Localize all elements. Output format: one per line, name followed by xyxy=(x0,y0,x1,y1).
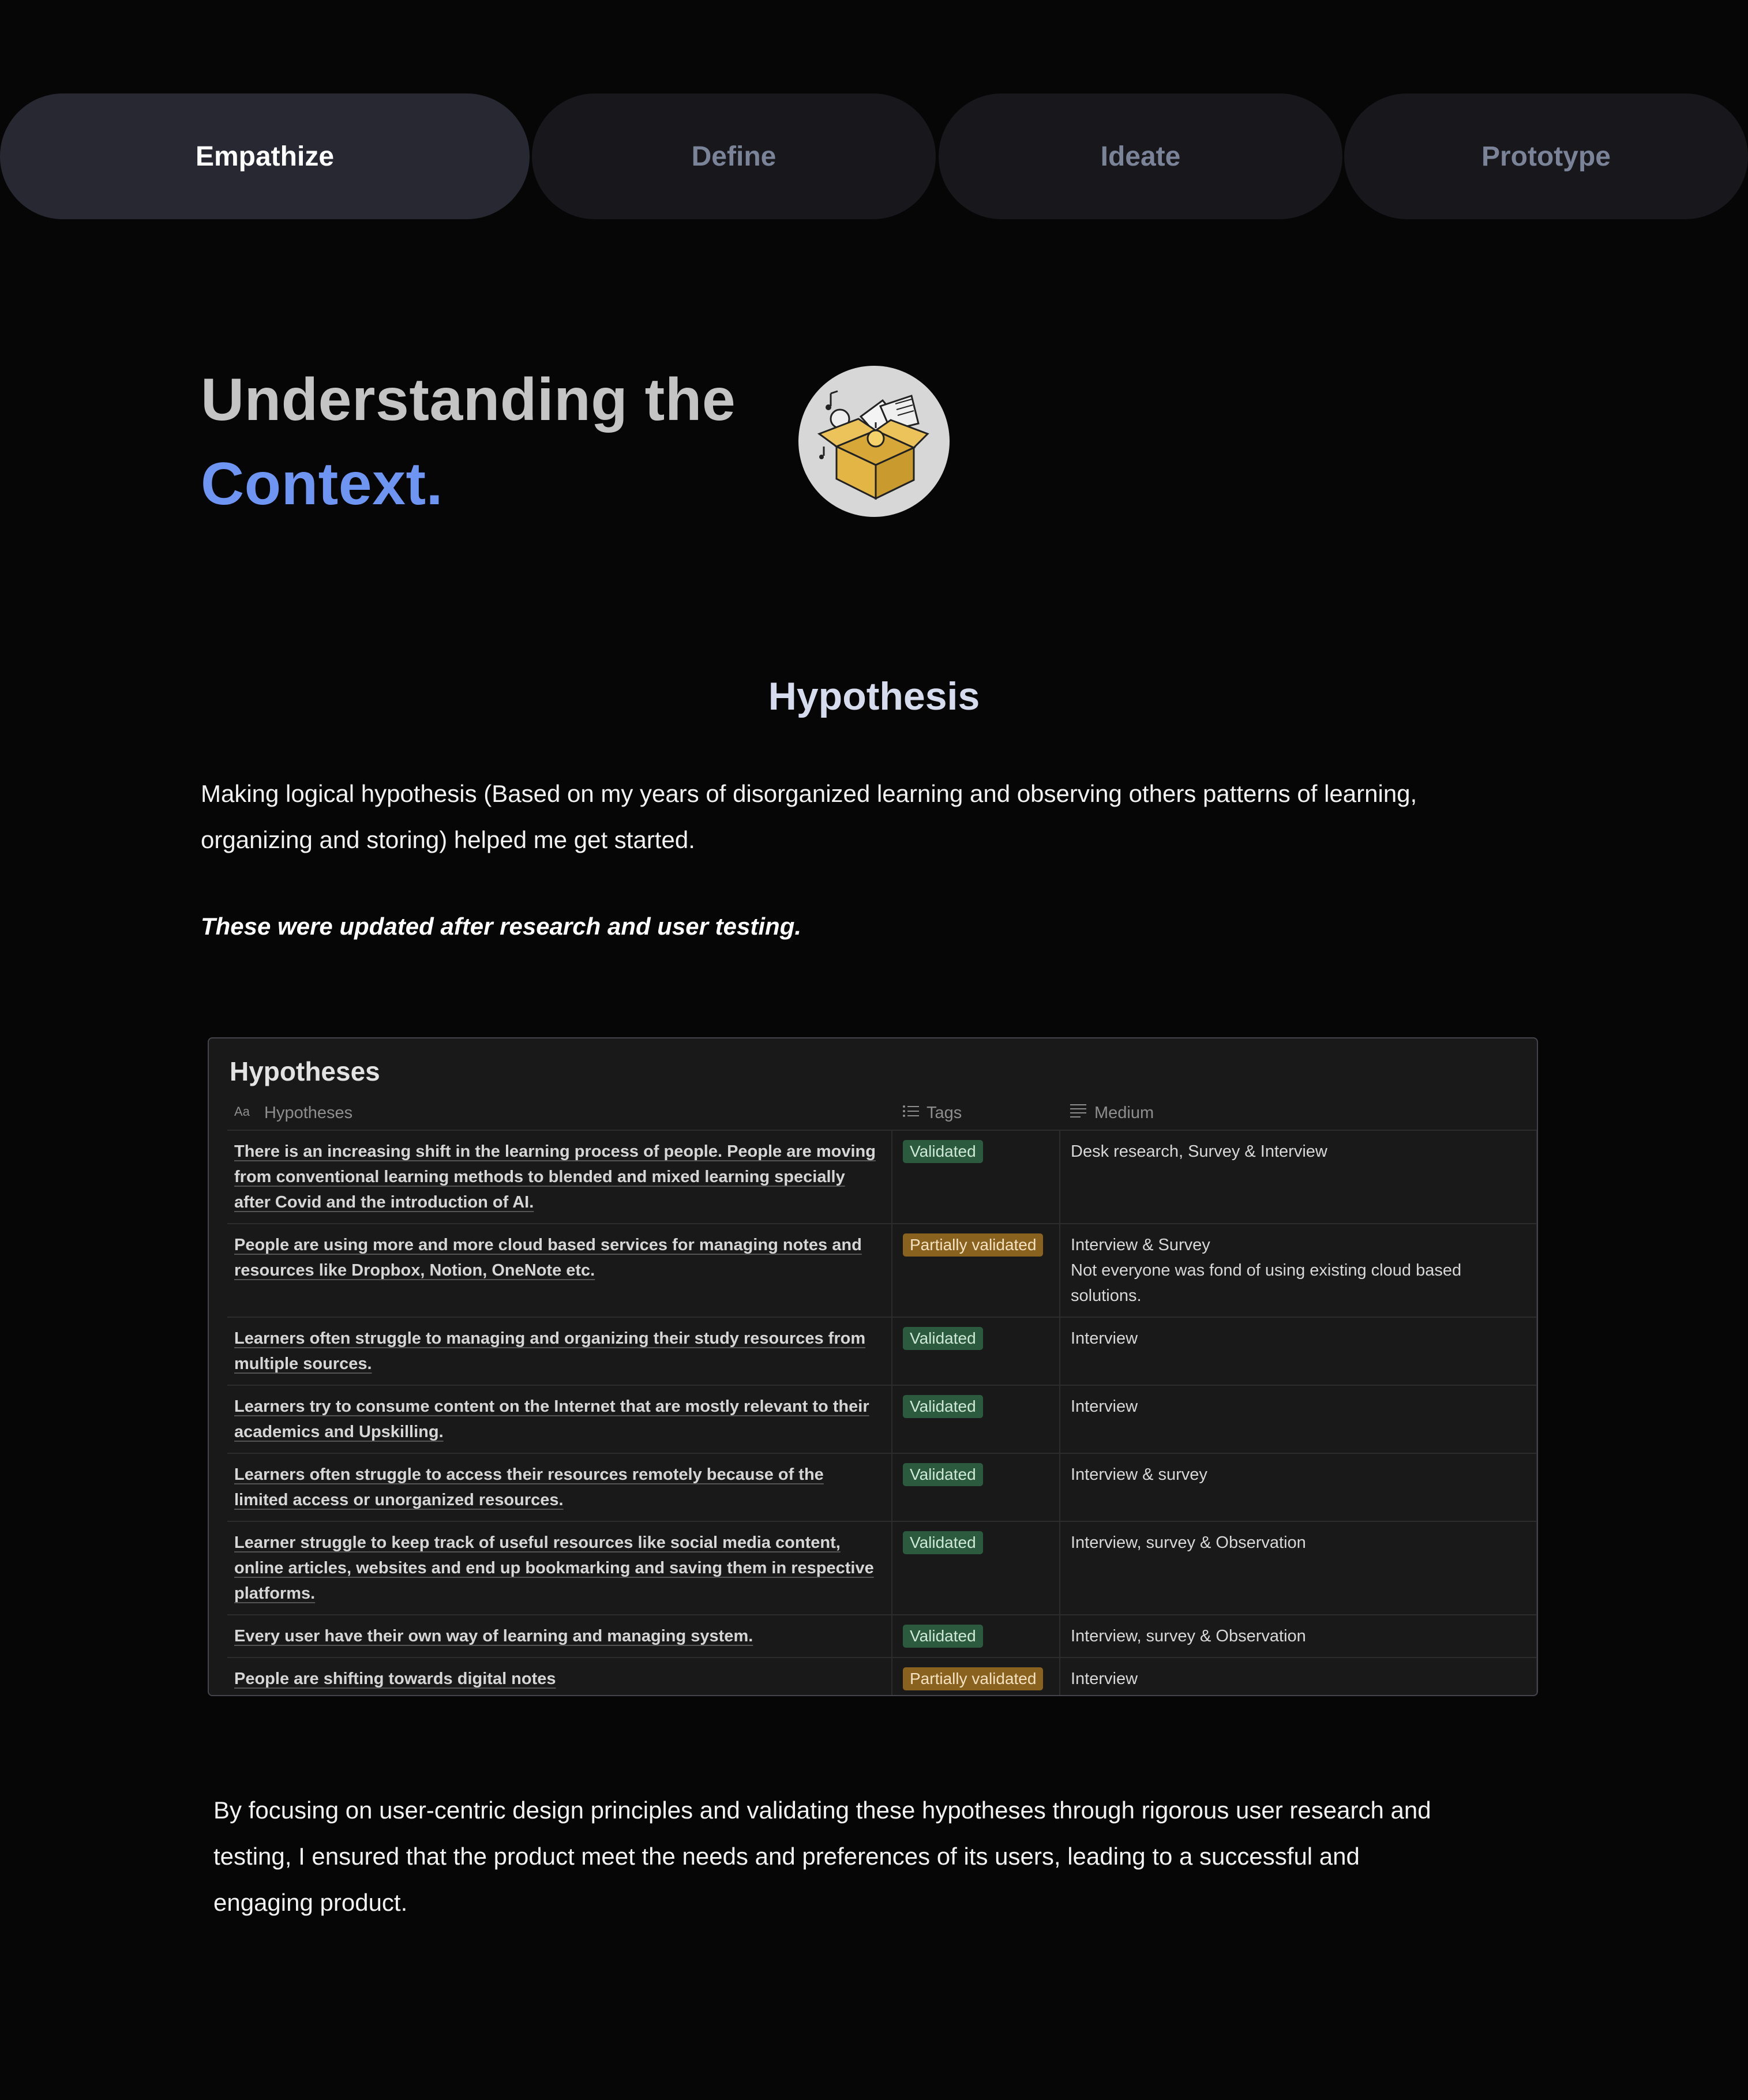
database-title: Hypotheses xyxy=(230,1056,380,1086)
table-row[interactable]: Learners often struggle to access their … xyxy=(227,1453,1537,1522)
page-title-line-1: Understanding the xyxy=(201,366,736,433)
status-tag: Partially validated xyxy=(903,1667,1044,1690)
hypothesis-cell[interactable]: Learner struggle to keep track of useful… xyxy=(227,1521,892,1615)
hypothesis-text: Every user have their own way of learnin… xyxy=(234,1627,753,1645)
page-title-line-2: Context. xyxy=(201,451,443,518)
column-header-label: Hypotheses xyxy=(264,1103,353,1122)
tags-cell[interactable]: Partially validated xyxy=(892,1657,1060,1695)
hypothesis-cell[interactable]: There is an increasing shift in the lear… xyxy=(227,1130,892,1224)
tags-cell[interactable]: Validated xyxy=(892,1521,1060,1615)
hypothesis-text: Learners try to consume content on the I… xyxy=(234,1397,869,1441)
medium-text: Interview, survey & Observation xyxy=(1071,1627,1306,1645)
svg-text:Aa: Aa xyxy=(234,1105,250,1118)
status-tag: Validated xyxy=(903,1625,983,1648)
hypotheses-table: Aa Hypotheses Tags Medium There is an in… xyxy=(227,1096,1537,1695)
hypothesis-text: People are using more and more cloud bas… xyxy=(234,1236,862,1280)
box-of-ideas-illustration xyxy=(798,366,950,517)
intro-paragraph: Making logical hypothesis (Based on my y… xyxy=(201,780,1417,853)
hypothesis-text: Learner struggle to keep track of useful… xyxy=(234,1533,874,1603)
medium-text: Interview xyxy=(1071,1329,1138,1348)
tab-prototype[interactable]: Prototype xyxy=(1344,93,1748,219)
tab-define[interactable]: Define xyxy=(532,93,936,219)
medium-cell[interactable]: Interview xyxy=(1060,1385,1537,1454)
status-tag: Validated xyxy=(903,1140,983,1163)
table-row[interactable]: There is an increasing shift in the lear… xyxy=(227,1130,1537,1224)
hypothesis-cell[interactable]: People are shifting towards digital note… xyxy=(227,1657,892,1695)
list-icon xyxy=(902,1104,920,1123)
hypothesis-text: People are shifting towards digital note… xyxy=(234,1670,556,1688)
table-row[interactable]: People are using more and more cloud bas… xyxy=(227,1224,1537,1318)
medium-text: Desk research, Survey & Interview xyxy=(1071,1142,1327,1161)
medium-text: Interview, survey & Observation xyxy=(1071,1533,1306,1552)
medium-text: Interview xyxy=(1071,1397,1138,1416)
column-header-label: Medium xyxy=(1094,1103,1154,1122)
status-tag: Validated xyxy=(903,1327,983,1350)
column-header-hypotheses[interactable]: Aa Hypotheses xyxy=(227,1096,892,1131)
process-tabs: Empathize Define Ideate Prototype xyxy=(0,93,1748,219)
medium-cell[interactable]: Interview xyxy=(1060,1317,1537,1386)
column-header-medium[interactable]: Medium xyxy=(1060,1096,1537,1131)
status-tag: Partially validated xyxy=(903,1233,1044,1257)
medium-cell[interactable]: Interview, survey & Observation xyxy=(1060,1521,1537,1615)
status-tag: Validated xyxy=(903,1463,983,1486)
text-lines-icon xyxy=(1070,1103,1087,1123)
table-row[interactable]: Learners try to consume content on the I… xyxy=(227,1385,1537,1454)
tags-cell[interactable]: Validated xyxy=(892,1317,1060,1386)
medium-note: Not everyone was fond of using existing … xyxy=(1071,1261,1462,1305)
table-row[interactable]: People are shifting towards digital note… xyxy=(227,1657,1537,1695)
research-note: These were updated after research and us… xyxy=(201,913,802,940)
hypotheses-database: Hypotheses Aa Hypotheses Tags Medium The… xyxy=(208,1037,1538,1696)
hypothesis-cell[interactable]: Learners often struggle to managing and … xyxy=(227,1317,892,1386)
tags-cell[interactable]: Validated xyxy=(892,1453,1060,1522)
section-heading: Hypothesis xyxy=(768,674,980,718)
medium-cell[interactable]: Interview Mixed response many still prefe… xyxy=(1060,1657,1537,1695)
table-row[interactable]: Learners often struggle to managing and … xyxy=(227,1317,1537,1386)
tags-cell[interactable]: Partially validated xyxy=(892,1224,1060,1318)
tags-cell[interactable]: Validated xyxy=(892,1615,1060,1658)
tags-cell[interactable]: Validated xyxy=(892,1385,1060,1454)
table-row[interactable]: Every user have their own way of learnin… xyxy=(227,1615,1537,1658)
hypothesis-cell[interactable]: Learners try to consume content on the I… xyxy=(227,1385,892,1454)
hypothesis-cell[interactable]: Every user have their own way of learnin… xyxy=(227,1615,892,1658)
status-tag: Validated xyxy=(903,1395,983,1418)
table-row[interactable]: Learner struggle to keep track of useful… xyxy=(227,1521,1537,1615)
tags-cell[interactable]: Validated xyxy=(892,1130,1060,1224)
status-tag: Validated xyxy=(903,1531,983,1554)
hypothesis-text: There is an increasing shift in the lear… xyxy=(234,1142,876,1212)
page-title: Understanding the Context. xyxy=(201,358,736,526)
table-header-row: Aa Hypotheses Tags Medium xyxy=(227,1096,1537,1131)
medium-text: Interview & Survey xyxy=(1071,1236,1210,1254)
medium-cell[interactable]: Interview & Survey Not everyone was fond … xyxy=(1060,1224,1537,1318)
hypothesis-cell[interactable]: People are using more and more cloud bas… xyxy=(227,1224,892,1318)
hypothesis-cell[interactable]: Learners often struggle to access their … xyxy=(227,1453,892,1522)
hypothesis-text: Learners often struggle to managing and … xyxy=(234,1329,866,1373)
hypothesis-text: Learners often struggle to access their … xyxy=(234,1465,824,1509)
medium-cell[interactable]: Desk research, Survey & Interview xyxy=(1060,1130,1537,1224)
medium-text: Interview & survey xyxy=(1071,1465,1207,1484)
medium-text: Interview xyxy=(1071,1670,1138,1688)
column-header-tags[interactable]: Tags xyxy=(892,1096,1060,1131)
medium-cell[interactable]: Interview & survey xyxy=(1060,1453,1537,1522)
medium-note: Mixed response many still prefer physica… xyxy=(1071,1692,1526,1695)
column-header-label: Tags xyxy=(926,1103,962,1122)
conclusion-paragraph: By focusing on user-centric design princ… xyxy=(213,1797,1431,1916)
tab-ideate[interactable]: Ideate xyxy=(939,93,1342,219)
tab-empathize[interactable]: Empathize xyxy=(0,93,530,219)
text-property-icon: Aa xyxy=(234,1104,257,1123)
medium-cell[interactable]: Interview, survey & Observation xyxy=(1060,1615,1537,1658)
